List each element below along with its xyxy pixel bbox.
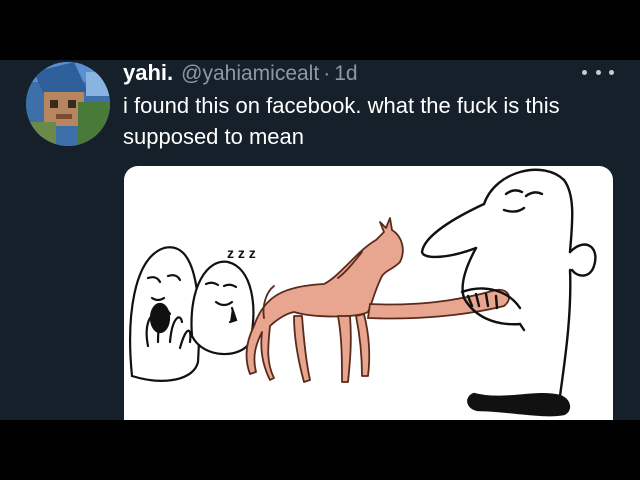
more-options-icon[interactable] [582, 64, 614, 80]
tweet-media-image[interactable]: z z z [124, 166, 613, 420]
horse-icon [245, 217, 404, 383]
sleeping-figure-right-icon [190, 260, 255, 356]
user-handle[interactable]: @yahiamicealt [181, 62, 319, 86]
letterbox-top [0, 0, 640, 60]
sleep-z-text: z z z [227, 245, 256, 261]
big-face-icon [420, 168, 597, 417]
sleeping-figure-left-icon [129, 246, 201, 382]
display-name[interactable]: yahi. [123, 60, 173, 86]
minecraft-skin-avatar-icon [26, 62, 110, 146]
letterbox-bottom [0, 420, 640, 480]
more-dot [595, 69, 601, 75]
tweet-timestamp[interactable]: 1d [334, 62, 357, 86]
cartoon-illustration-image-icon: z z z [129, 168, 597, 417]
avatar[interactable] [26, 62, 110, 146]
tweet-header: yahi. @yahiamicealt · 1d [123, 60, 358, 86]
tweet-card[interactable]: yahi. @yahiamicealt · 1d i found this on… [0, 60, 640, 420]
more-dot [609, 69, 614, 75]
separator-dot: · [323, 62, 331, 85]
tweet-text: i found this on facebook. what the fuck … [123, 93, 560, 149]
more-dot [582, 69, 587, 75]
